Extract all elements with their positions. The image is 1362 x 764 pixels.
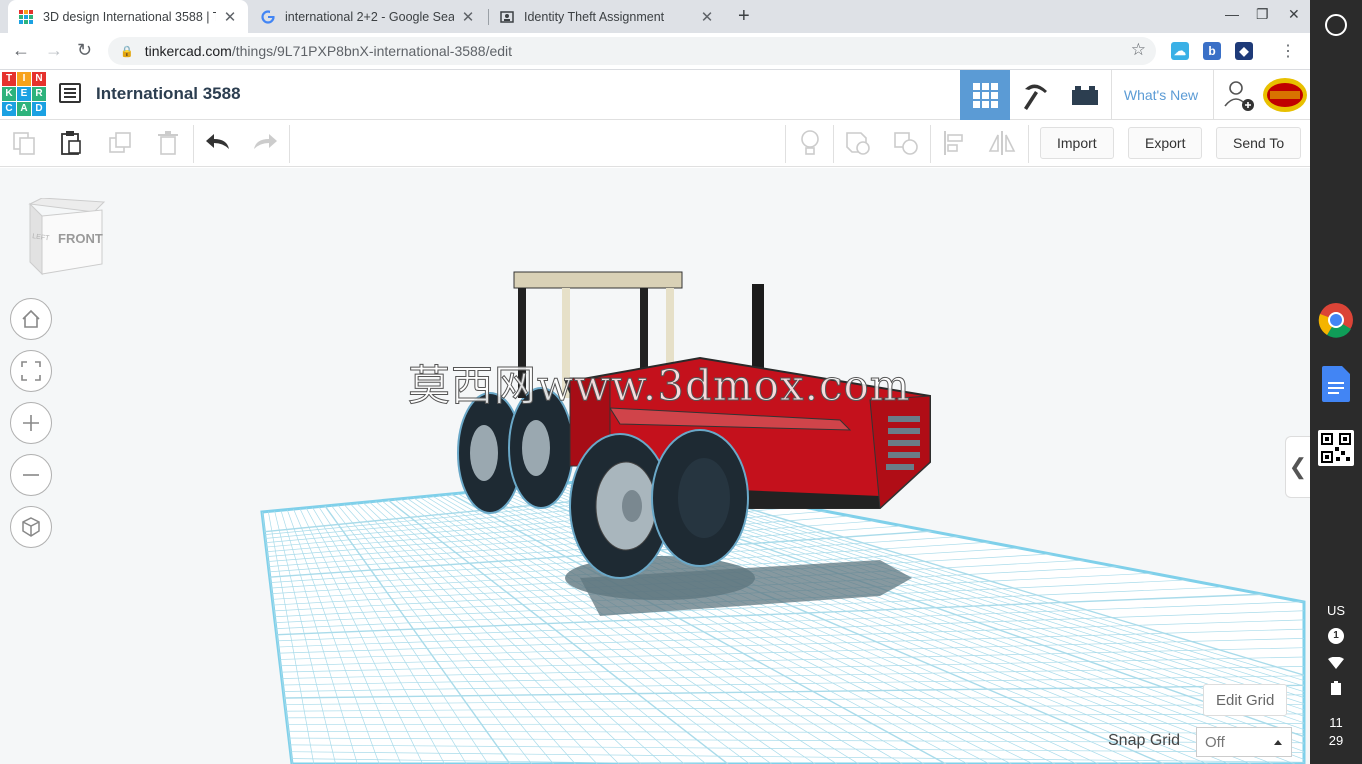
send-to-button[interactable]: Send To bbox=[1216, 127, 1302, 159]
design-title[interactable]: International 3588 bbox=[96, 84, 241, 104]
snap-grid-select[interactable]: Off bbox=[1196, 727, 1292, 757]
minimize-icon[interactable]: — bbox=[1225, 6, 1239, 22]
edit-grid-button[interactable]: Edit Grid bbox=[1203, 684, 1288, 716]
bookmark-star-icon[interactable]: ☆ bbox=[1131, 40, 1146, 60]
pickaxe-icon bbox=[1024, 84, 1047, 110]
tab-tinkercad[interactable]: 3D design International 3588 | T ✕ bbox=[8, 0, 248, 33]
add-user-button[interactable] bbox=[1213, 70, 1263, 120]
toolbar-divider bbox=[833, 125, 834, 163]
watermark-text: 莫西网www.3dmox.com bbox=[408, 361, 911, 411]
export-button[interactable]: Export bbox=[1128, 127, 1203, 159]
grid-icon bbox=[973, 83, 998, 108]
workplane-grid bbox=[260, 271, 1306, 764]
clock-minute[interactable]: 29 bbox=[1310, 733, 1362, 748]
logo-letter: K bbox=[2, 87, 16, 101]
battery-icon bbox=[1331, 681, 1341, 700]
url-path: /things/9L71PXP8bnX-international-3588/e… bbox=[231, 43, 513, 59]
mirror-icon[interactable] bbox=[987, 128, 1017, 158]
logo-letter: T bbox=[2, 72, 16, 86]
lock-icon: 🔒 bbox=[120, 45, 134, 58]
b-extension-icon[interactable]: b bbox=[1203, 42, 1221, 60]
delete-icon[interactable] bbox=[153, 128, 183, 158]
close-window-icon[interactable]: ✕ bbox=[1288, 6, 1300, 23]
import-button[interactable]: Import bbox=[1040, 127, 1114, 159]
notification-count[interactable]: 1 bbox=[1328, 628, 1344, 644]
design-menu-icon[interactable] bbox=[59, 83, 81, 103]
os-shelf: US 1 11 29 bbox=[1310, 0, 1362, 764]
restore-icon[interactable]: ❐ bbox=[1256, 6, 1269, 23]
tab-title: 3D design International 3588 | T bbox=[43, 9, 216, 24]
chevron-left-icon: ❮ bbox=[1288, 454, 1308, 479]
tinkercad-header: TIN KER CAD International 3588 What's New bbox=[0, 70, 1310, 120]
whats-new-link[interactable]: What's New bbox=[1111, 70, 1210, 120]
reload-icon[interactable]: ↻ bbox=[77, 40, 92, 61]
undo-icon[interactable] bbox=[203, 128, 233, 158]
new-tab-icon[interactable]: + bbox=[738, 5, 750, 28]
close-tab-icon[interactable]: ✕ bbox=[222, 8, 238, 26]
toolbar-divider bbox=[289, 125, 290, 163]
logo-letter: I bbox=[17, 72, 31, 86]
shapes-panel-toggle[interactable]: ❮ bbox=[1285, 436, 1310, 498]
close-tab-icon[interactable]: ✕ bbox=[460, 8, 476, 26]
tinkercad-logo[interactable]: TIN KER CAD bbox=[2, 72, 46, 117]
dark-extension-icon[interactable]: ◆ bbox=[1235, 42, 1253, 60]
toolbar-divider bbox=[785, 125, 786, 163]
avatar-icon bbox=[1263, 78, 1307, 112]
paste-icon[interactable] bbox=[56, 128, 86, 158]
3d-workplane-viewport[interactable]: FRONT LEFT 莫西网www.3dmox.com ❮ Edit Grid … bbox=[0, 168, 1310, 764]
edit-toolbar: Import Export Send To bbox=[0, 120, 1310, 167]
browser-menu-icon[interactable]: ⋮ bbox=[1280, 41, 1296, 61]
toolbar-divider bbox=[930, 125, 931, 163]
duplicate-icon[interactable] bbox=[105, 128, 135, 158]
tab-identity-theft[interactable]: Identity Theft Assignment ✕ bbox=[489, 0, 725, 33]
logo-letter: C bbox=[2, 102, 16, 116]
logo-letter: E bbox=[17, 87, 31, 101]
logo-letter: A bbox=[17, 102, 31, 116]
tab-google-search[interactable]: international 2+2 - Google Searc ✕ bbox=[250, 0, 486, 33]
brick-icon bbox=[1072, 86, 1098, 105]
chrome-app-icon[interactable] bbox=[1318, 302, 1354, 338]
tab-title: international 2+2 - Google Searc bbox=[285, 9, 454, 24]
clock-hour[interactable]: 11 bbox=[1310, 715, 1362, 730]
browser-tab-strip: 3D design International 3588 | T ✕ inter… bbox=[0, 0, 1310, 33]
redo-icon[interactable] bbox=[250, 128, 280, 158]
keyboard-layout[interactable]: US bbox=[1310, 603, 1362, 618]
user-avatar[interactable] bbox=[1260, 70, 1310, 120]
logo-letter: D bbox=[32, 102, 46, 116]
caret-up-icon bbox=[1274, 740, 1282, 745]
classroom-favicon-icon bbox=[499, 9, 515, 25]
bricks-view-button[interactable] bbox=[1060, 70, 1110, 120]
ungroup-icon[interactable] bbox=[891, 128, 921, 158]
logo-letter: R bbox=[32, 87, 46, 101]
back-icon[interactable]: ← bbox=[12, 40, 30, 61]
forward-icon[interactable]: → bbox=[45, 40, 63, 61]
google-favicon-icon bbox=[260, 9, 276, 25]
address-bar[interactable]: 🔒 tinkercad.com/things/9L71PXP8bnX-inter… bbox=[108, 37, 1156, 65]
wifi-icon bbox=[1328, 656, 1344, 674]
logo-letter: N bbox=[32, 72, 46, 86]
blocks-view-button[interactable] bbox=[1010, 70, 1060, 120]
tab-title: Identity Theft Assignment bbox=[524, 9, 665, 24]
toolbar-divider bbox=[193, 125, 194, 163]
align-icon[interactable] bbox=[940, 128, 970, 158]
launcher-icon[interactable] bbox=[1325, 14, 1347, 36]
qr-code-app-icon[interactable] bbox=[1318, 430, 1354, 466]
toolbar-divider bbox=[1028, 125, 1029, 163]
add-user-icon bbox=[1223, 81, 1254, 111]
3d-design-view-button[interactable] bbox=[960, 70, 1010, 120]
tinkercad-favicon-icon bbox=[18, 9, 34, 25]
notes-lightbulb-icon[interactable] bbox=[795, 128, 825, 158]
url-host: tinkercad.com bbox=[144, 43, 232, 59]
google-docs-app-icon[interactable] bbox=[1318, 366, 1354, 402]
browser-toolbar: ← → ↻ 🔒 tinkercad.com/things/9L71PXP8bnX… bbox=[0, 33, 1310, 70]
screen: 3D design International 3588 | T ✕ inter… bbox=[0, 0, 1362, 764]
cloud-extension-icon[interactable]: ☁ bbox=[1171, 42, 1189, 60]
snap-grid-label: Snap Grid bbox=[1108, 732, 1181, 749]
copy-icon[interactable] bbox=[9, 128, 39, 158]
close-tab-icon[interactable]: ✕ bbox=[699, 8, 715, 26]
snap-grid-value: Off bbox=[1205, 733, 1225, 751]
group-icon[interactable] bbox=[843, 128, 873, 158]
